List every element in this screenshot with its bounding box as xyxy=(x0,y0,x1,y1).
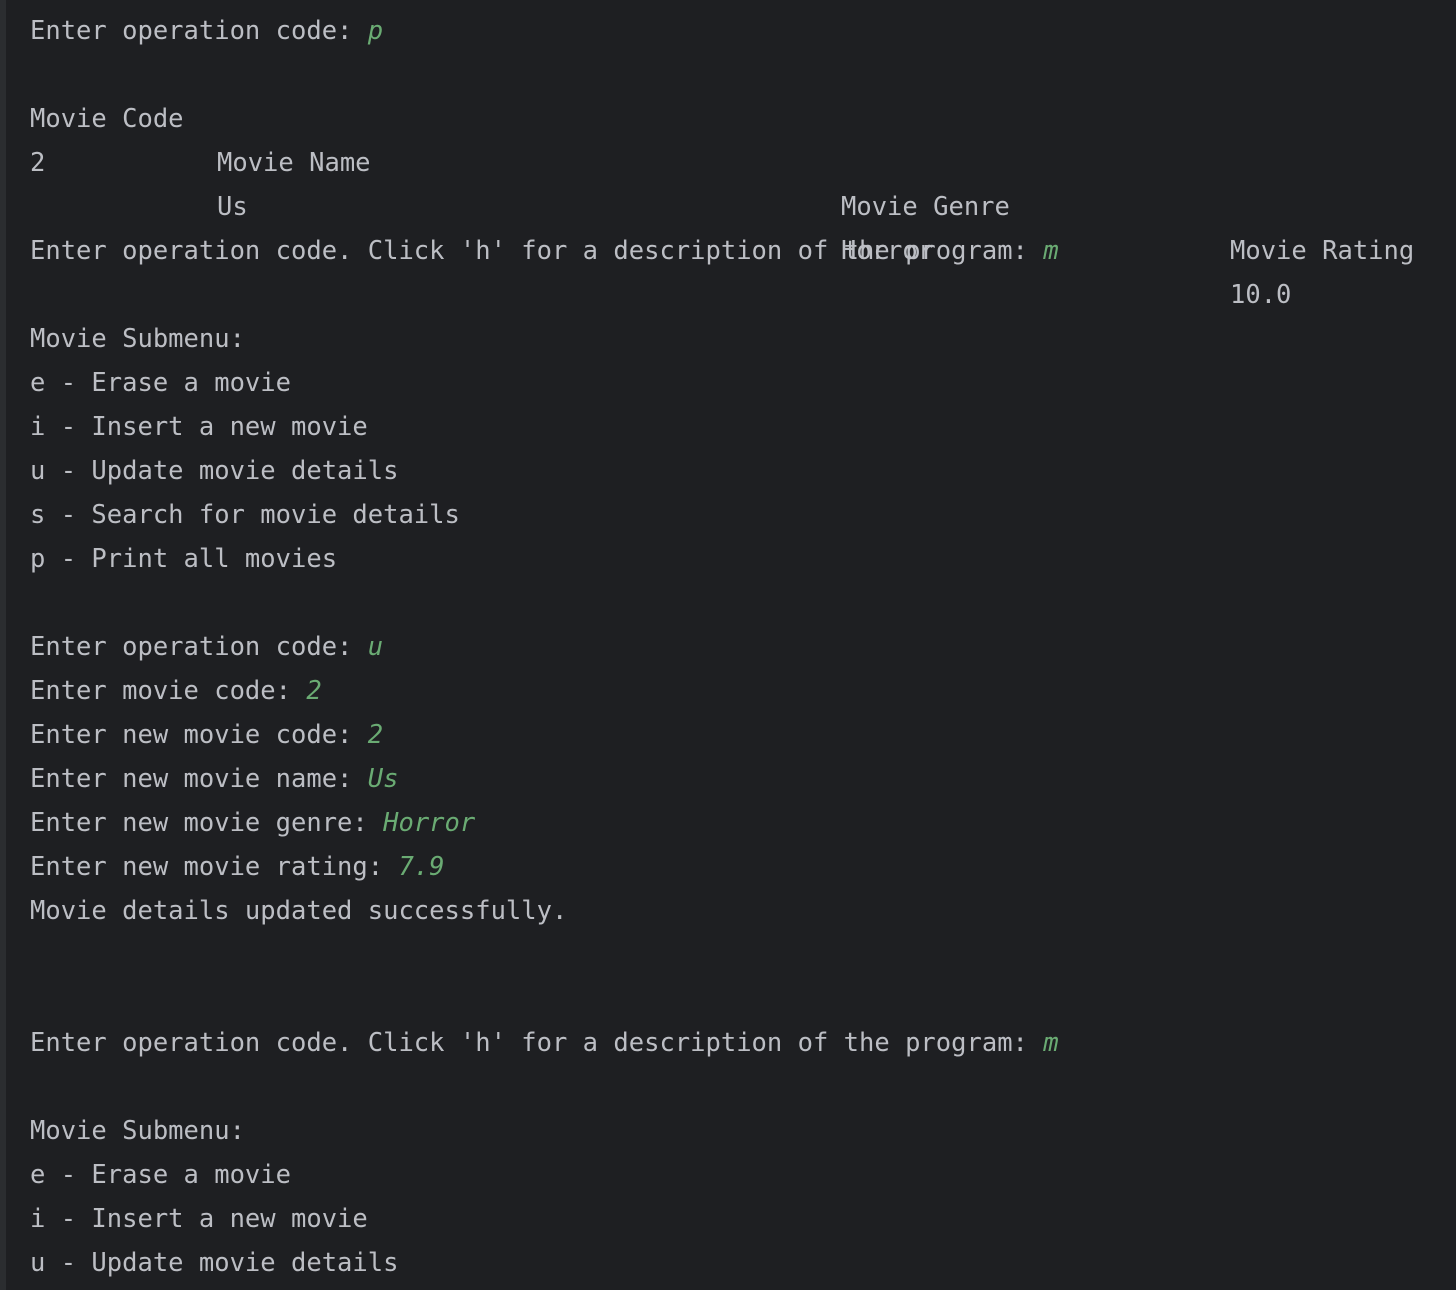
submenu-item: i - Insert a new movie xyxy=(30,1204,368,1234)
console-line-prompt: Enter movie code: 2 xyxy=(30,669,1456,713)
console-line-prompt: Enter operation code. Click 'h' for a de… xyxy=(30,1021,1456,1065)
table-header-cell: Movie Genre xyxy=(841,192,1010,222)
submenu-item: i - Insert a new movie xyxy=(30,412,368,442)
table-cell: Us xyxy=(217,192,248,222)
user-input-text: Horror xyxy=(383,808,476,838)
submenu-item: u - Update movie details xyxy=(30,456,399,486)
prompt-text: Enter new movie code: xyxy=(30,720,368,750)
user-input-text: u xyxy=(367,632,384,662)
table-cell: Horror xyxy=(841,236,934,266)
table-cell: 2 xyxy=(30,148,46,178)
user-input-text: 2 xyxy=(367,720,384,750)
console-line-prompt: Enter new movie code: 2 xyxy=(30,713,1456,757)
prompt-text: Enter operation code: xyxy=(30,632,368,662)
console-output: Enter operation code: p Movie Code Movie… xyxy=(30,9,1456,1285)
prompt-text: Enter new movie name: xyxy=(30,764,368,794)
user-input-text: Us xyxy=(367,764,399,794)
console-line-prompt: Enter new movie genre: Horror xyxy=(30,801,1456,845)
result-message: Movie details updated successfully. xyxy=(30,896,568,926)
table-cell: 10.0 xyxy=(1230,280,1292,310)
submenu-item: s - Search for movie details xyxy=(30,500,460,530)
prompt-text: Enter movie code: xyxy=(30,676,307,706)
run-console[interactable]: Enter operation code: p Movie Code Movie… xyxy=(0,0,1456,1290)
table-header-row: Movie Code Movie Name Movie Genre Movie … xyxy=(30,53,1456,266)
console-line-prompt: Enter new movie name: Us xyxy=(30,757,1456,801)
prompt-text: Enter new movie rating: xyxy=(30,852,399,882)
submenu-item: p - Print all movies xyxy=(30,544,338,574)
prompt-text: Enter operation code: xyxy=(30,16,368,46)
submenu-item: e - Erase a movie xyxy=(30,368,291,398)
table-row: 2 Us Horror 10.0 xyxy=(30,97,1456,310)
submenu-title: Movie Submenu: xyxy=(30,324,245,354)
user-input-text: 7.9 xyxy=(398,852,445,882)
console-line-prompt: Enter operation code: u xyxy=(30,625,1456,669)
table-header-cell: Movie Name xyxy=(217,148,371,178)
prompt-text: Enter operation code. Click 'h' for a de… xyxy=(30,1028,1044,1058)
console-line-prompt: Enter operation code: p xyxy=(30,9,1456,53)
console-gutter xyxy=(0,0,6,1290)
prompt-text: Enter new movie genre: xyxy=(30,808,384,838)
submenu-item: e - Erase a movie xyxy=(30,1160,291,1190)
submenu-item: u - Update movie details xyxy=(30,1248,399,1278)
user-input-text: p xyxy=(367,16,384,46)
user-input-text: m xyxy=(1043,1028,1059,1058)
table-header-cell: Movie Rating xyxy=(1230,236,1415,266)
user-input-text: m xyxy=(1043,236,1059,266)
user-input-text: 2 xyxy=(306,676,322,706)
console-line-prompt: Enter new movie rating: 7.9 xyxy=(30,845,1456,889)
submenu-title: Movie Submenu: xyxy=(30,1116,245,1146)
